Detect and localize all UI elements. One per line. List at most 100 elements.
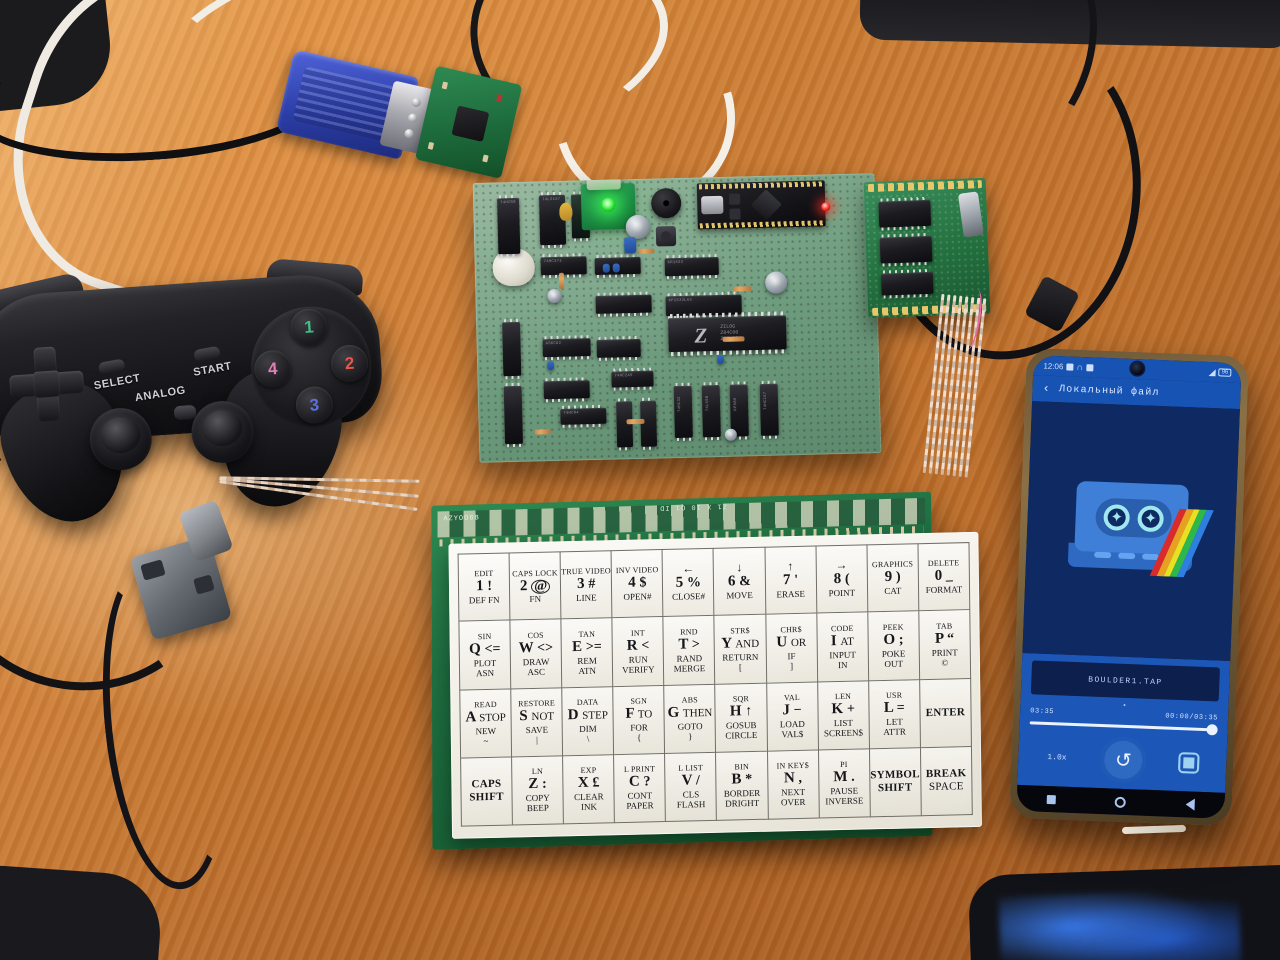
key-symbol: STOP xyxy=(479,711,506,725)
key-symbol[interactable]: SYMBOL SHIFT xyxy=(868,747,921,818)
ic-label: 74HC32 xyxy=(677,396,683,412)
key-a[interactable]: READ A STOP NEW ~ xyxy=(459,689,512,759)
seek-track[interactable] xyxy=(1029,721,1218,732)
key-sub-label: DRAW xyxy=(522,656,550,668)
key-sub-label-secondary: IN xyxy=(837,659,848,670)
key-c[interactable]: L PRINT C ? CONT PAPER xyxy=(613,753,666,824)
key-s[interactable]: RESTORE S NOT SAVE | xyxy=(510,687,563,758)
ic-chip xyxy=(543,380,590,400)
key-symbol: STEP xyxy=(582,709,609,723)
key-top-label: COS xyxy=(527,630,544,640)
key-top-label: SGN xyxy=(630,696,648,706)
key-2[interactable]: CAPS LOCK 2 @ FN xyxy=(508,551,561,621)
zx-spectrum-keyboard[interactable]: AZYOO6B Z1 X 10 Q1 ID EDIT 1 ! DEF FN CAPS … xyxy=(427,490,993,865)
microcontroller-module xyxy=(696,180,826,230)
film-capacitor xyxy=(559,202,573,221)
ic-chip: 74HC32 xyxy=(673,385,693,439)
key-caps[interactable]: CAPS SHIFT xyxy=(460,757,513,827)
analog-button[interactable] xyxy=(173,404,197,421)
recents-icon[interactable] xyxy=(1046,794,1056,804)
key-3[interactable]: TRUE VIDEO 3 # LINE xyxy=(559,550,612,620)
back-chevron-icon[interactable]: ‹ xyxy=(1042,382,1051,396)
key-e[interactable]: TAN E >= REM ATN xyxy=(560,618,613,688)
key-d[interactable]: DATA D STEP DIM \ xyxy=(561,686,614,757)
mcu-button-a[interactable] xyxy=(728,193,741,205)
key-sub-label-secondary: ASN xyxy=(476,667,495,679)
key-top-label: TAB xyxy=(936,621,953,631)
key-i[interactable]: CODE I AT INPUT IN xyxy=(815,612,868,683)
key-symbol: & xyxy=(739,574,752,590)
key-sub-label: FN xyxy=(529,593,542,604)
player-controls: BOULDER1.TAP ▪ 03:35 00:00/03:35 1.0x ↺ xyxy=(1017,652,1231,793)
key-t[interactable]: RND T > RAND MERGE xyxy=(662,616,715,686)
key-v[interactable]: L LIST V / CLS FLASH xyxy=(664,752,717,823)
key-u[interactable]: CHR$ U OR IF] xyxy=(764,613,817,684)
dpad[interactable] xyxy=(7,345,86,424)
key-q[interactable]: SIN Q <= PLOT ASN xyxy=(458,620,511,691)
key-7[interactable]: ↑ 7 ' ERASE xyxy=(764,545,816,615)
replay-icon: ↺ xyxy=(1114,749,1133,772)
back-icon[interactable] xyxy=(1185,798,1196,811)
resistor xyxy=(722,336,745,342)
ic-chip: 74HC374 xyxy=(540,256,587,276)
key-sub-label-secondary: } xyxy=(688,731,693,742)
duration-label: 03:35 xyxy=(1030,707,1055,717)
face-button-1[interactable]: 1 xyxy=(289,307,329,347)
key-r[interactable]: INT R < RUN VERIFY xyxy=(611,617,664,687)
key-enter[interactable]: ENTER xyxy=(918,678,972,748)
home-icon[interactable] xyxy=(1115,796,1127,808)
stop-button[interactable] xyxy=(1179,753,1198,772)
key-top-label: EDIT xyxy=(474,568,494,579)
replay-button[interactable]: ↺ xyxy=(1103,740,1144,780)
key-9[interactable]: GRAPHICS 9 ) CAT xyxy=(866,543,919,613)
key-main-label: S NOT xyxy=(519,708,555,725)
keyboard-legend-overlay[interactable]: EDIT 1 ! DEF FN CAPS LOCK 2 @ FN TRUE VIDEO 3 #… xyxy=(448,531,982,839)
key-m[interactable]: PI M . PAUSE INVERSE xyxy=(817,749,870,819)
key-g[interactable]: ABS G THEN GOTO} xyxy=(663,684,716,754)
seek-thumb[interactable] xyxy=(1206,724,1218,736)
key-8[interactable]: → 8 (POINT xyxy=(815,544,868,614)
key-k[interactable]: LEN K + LIST SCREEN$ xyxy=(816,680,869,751)
phone-screen[interactable]: 12:06 ∩ ◢ 96 ‹ Локальный файл ✦ ✦ BOULDE… xyxy=(1016,355,1242,819)
face-button-2[interactable]: 2 xyxy=(329,343,370,384)
face-button-3[interactable]: 3 xyxy=(294,385,335,425)
key-sub-label-secondary: © xyxy=(941,657,949,668)
key-x[interactable]: EXP X £ CLEAR INK xyxy=(562,754,615,825)
android-phone[interactable]: 12:06 ∩ ◢ 96 ‹ Локальный файл ✦ ✦ BOULDE… xyxy=(1009,347,1249,827)
key-6[interactable]: ↓ 6 & MOVE xyxy=(712,546,765,617)
ic-label: 74LS157 xyxy=(542,197,561,203)
key-w[interactable]: COS W <> DRAW ASC xyxy=(509,619,562,690)
key-l[interactable]: USR L = LET ATTR xyxy=(867,679,920,750)
face-button-4[interactable]: 4 xyxy=(252,349,293,389)
key-f[interactable]: SGN F TO FOR{ xyxy=(612,685,665,755)
key-symbol: ↑ xyxy=(745,704,753,720)
ic-chip xyxy=(595,294,652,314)
key-0[interactable]: DELETE 0 _ FORMAT xyxy=(917,542,971,612)
key-y[interactable]: STR$ Y AND RETURN[ xyxy=(713,614,766,685)
key-symbol: % xyxy=(686,575,702,591)
key-o[interactable]: PEEK O ; POKE OUT xyxy=(867,611,919,681)
key-break[interactable]: BREAK SPACE xyxy=(919,746,973,817)
key-top-label: INT xyxy=(630,628,645,638)
key-n[interactable]: IN KEY$ N , NEXT OVER xyxy=(766,750,819,820)
key-top-label: SQR xyxy=(732,694,750,704)
key-h[interactable]: SQR H ↑ GOSUB CIRCLE xyxy=(714,683,767,753)
playback-speed-button[interactable]: 1.0x xyxy=(1047,752,1067,762)
key-top-label: STR$ xyxy=(730,625,750,636)
key-sub-label: PLOT xyxy=(473,657,497,669)
key-4[interactable]: INV VIDEO 4 $ OPEN# xyxy=(610,549,663,619)
key-sub-label: LOAD xyxy=(779,718,805,730)
key-sub-label: CLEAR xyxy=(573,791,604,803)
key-sub-label: CLS xyxy=(682,789,700,800)
key-b[interactable]: BIN B * BORDER DRIGHT xyxy=(715,751,768,821)
mcu-button-b[interactable] xyxy=(729,208,741,220)
reset-button[interactable] xyxy=(655,226,677,247)
key-5[interactable]: ← 5 % CLOSE# xyxy=(661,547,714,618)
key-sub-label-secondary: \ xyxy=(586,733,590,744)
key-p[interactable]: TAB P “PRINT © xyxy=(918,610,972,680)
key-j[interactable]: VAL J − LOAD VAL$ xyxy=(765,682,818,752)
key-1[interactable]: EDIT 1 ! DEF FN xyxy=(457,552,510,622)
key-symbol: < xyxy=(641,638,650,654)
zilog-logo: Z xyxy=(694,323,708,348)
key-z[interactable]: LN Z : COPY BEEP xyxy=(511,756,564,826)
